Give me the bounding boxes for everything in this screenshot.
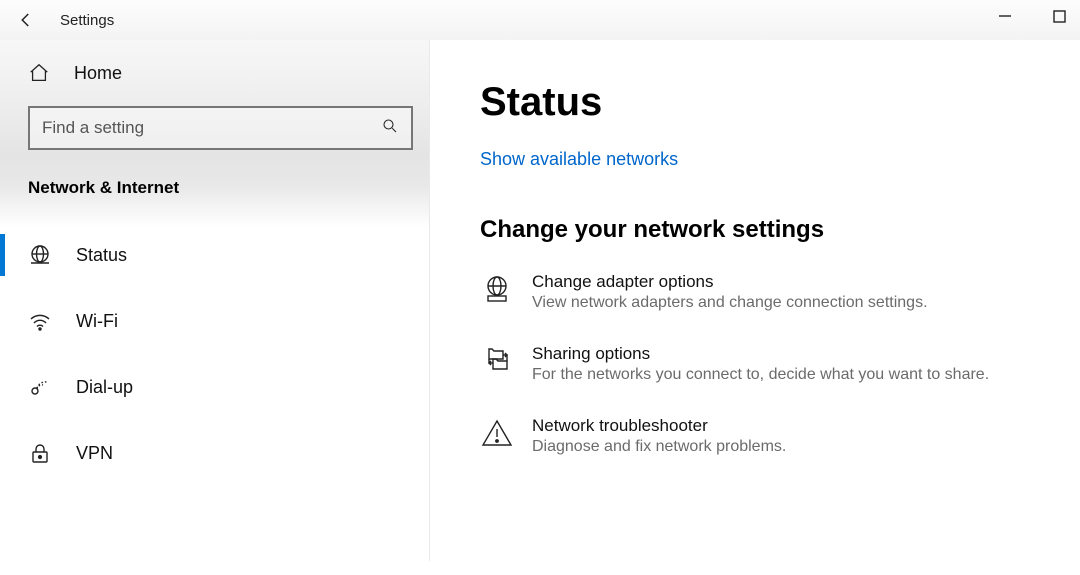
warning-icon [480, 416, 514, 450]
titlebar: Settings [0, 0, 1080, 40]
search-input[interactable]: Find a setting [28, 106, 413, 150]
sidebar: Home Find a setting Network & Internet S… [0, 40, 430, 561]
window-title: Settings [60, 12, 114, 29]
option-adapter[interactable]: Change adapter options View network adap… [480, 272, 1030, 312]
option-title: Network troubleshooter [532, 416, 786, 436]
page-title: Status [480, 80, 1030, 125]
minimize-button[interactable] [990, 4, 1020, 28]
sidebar-item-label: Status [76, 245, 127, 266]
sidebar-item-label: Wi-Fi [76, 311, 118, 332]
sidebar-home-label: Home [74, 63, 122, 84]
sidebar-item-label: Dial-up [76, 377, 133, 398]
sidebar-item-label: VPN [76, 443, 113, 464]
search-placeholder: Find a setting [42, 118, 144, 138]
sidebar-item-dialup[interactable]: Dial-up [0, 354, 429, 420]
show-networks-link[interactable]: Show available networks [480, 149, 678, 170]
globe-icon [28, 243, 52, 267]
home-icon [28, 62, 52, 84]
sharing-icon [480, 344, 514, 378]
sidebar-category: Network & Internet [0, 150, 429, 212]
search-icon [381, 117, 399, 140]
wifi-icon [28, 309, 52, 333]
option-desc: For the networks you connect to, decide … [532, 366, 989, 384]
sidebar-item-wifi[interactable]: Wi-Fi [0, 288, 429, 354]
adapter-icon [480, 272, 514, 306]
option-sharing[interactable]: Sharing options For the networks you con… [480, 344, 1030, 384]
maximize-button[interactable] [1044, 4, 1074, 28]
option-troubleshooter[interactable]: Network troubleshooter Diagnose and fix … [480, 416, 1030, 456]
option-desc: Diagnose and fix network problems. [532, 438, 786, 456]
window-controls [990, 4, 1074, 28]
vpn-icon [28, 441, 52, 465]
main-panel: Status Show available networks Change yo… [430, 40, 1080, 561]
dialup-icon [28, 375, 52, 399]
option-title: Sharing options [532, 344, 989, 364]
sidebar-item-status[interactable]: Status [0, 222, 429, 288]
option-desc: View network adapters and change connect… [532, 294, 928, 312]
option-title: Change adapter options [532, 272, 928, 292]
back-button[interactable] [12, 6, 40, 34]
sidebar-home[interactable]: Home [0, 40, 429, 106]
section-heading: Change your network settings [480, 216, 1030, 244]
sidebar-item-vpn[interactable]: VPN [0, 420, 429, 486]
